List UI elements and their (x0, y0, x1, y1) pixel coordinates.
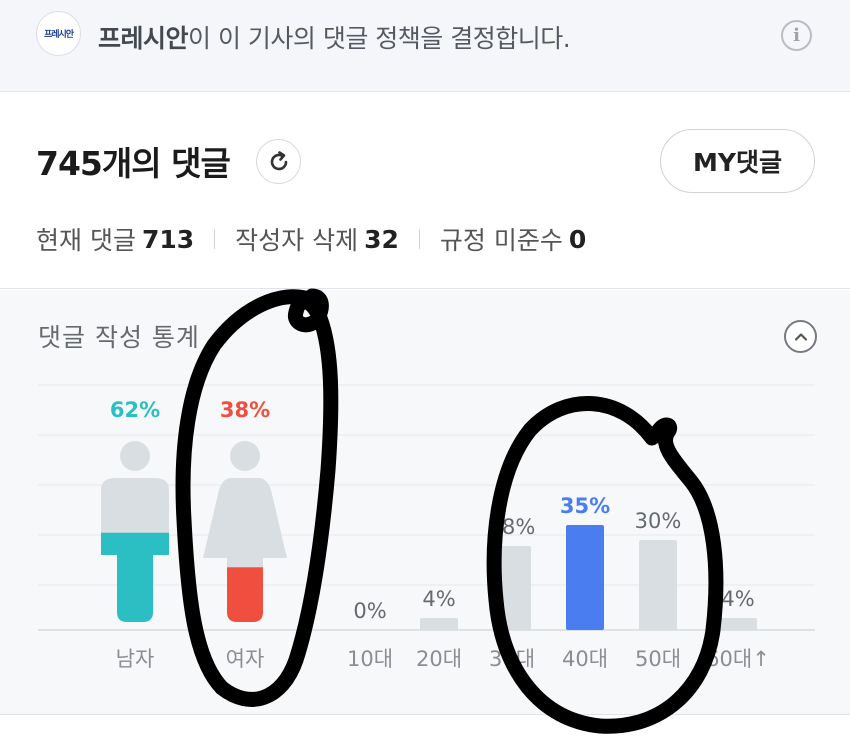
male-figure-head (120, 441, 150, 471)
age-bar-3 (566, 525, 604, 630)
age-value-label-1: 4% (422, 587, 455, 611)
policy-message-text: 이 이 기사의 댓글 정책을 결정합니다. (188, 24, 571, 53)
comment-stats-chart: 62% 남자 38% 여자 0% 10대 4% 20대 28% 30대 35% 40대 30% 50대 4%… (38, 384, 815, 671)
current-comments-label: 현재 댓글 (36, 226, 136, 255)
refresh-icon (270, 150, 287, 170)
info-icon[interactable]: i (781, 20, 812, 51)
age-category-label-1: 20대 (416, 647, 462, 671)
divider (214, 229, 216, 249)
age-bar-5 (719, 618, 757, 630)
age-value-label-5: 4% (721, 587, 754, 611)
press-name[interactable]: 프레시안 (98, 24, 189, 53)
age-category-label-2: 30대 (489, 647, 535, 671)
violation-comments-label: 규정 미준수 (439, 226, 563, 255)
age-bar-2 (493, 546, 531, 630)
male-share-bar (101, 532, 169, 622)
age-bar-1 (420, 618, 458, 630)
age-category-label-0: 10대 (347, 647, 393, 671)
female-share-label: 38% (220, 398, 270, 422)
press-logo[interactable]: 프레시안 (36, 11, 81, 56)
divider (418, 229, 420, 249)
refresh-button[interactable] (256, 139, 301, 184)
female-share-bar (203, 567, 287, 622)
comment-stats-line: 현재 댓글 713 작성자 삭제 32 규정 미준수 0 (36, 221, 586, 257)
female-category-label: 여자 (226, 647, 265, 671)
female-figure-head (230, 441, 260, 471)
male-category-label: 남자 (116, 647, 155, 671)
age-category-label-5: 60대↑ (706, 647, 770, 671)
age-value-label-3: 35% (560, 494, 610, 518)
age-category-label-3: 40대 (562, 647, 608, 671)
deleted-comments-value: 32 (364, 224, 399, 254)
press-policy-banner: 프레시안 프레시안이 이 기사의 댓글 정책을 결정합니다. i (0, 0, 850, 92)
age-value-label-0: 0% (353, 599, 386, 623)
comment-header: 745개의 댓글 MY댓글 현재 댓글 713 작성자 삭제 32 규정 미준수… (0, 93, 850, 289)
age-bar-4 (639, 540, 677, 630)
age-value-label-4: 30% (635, 509, 682, 533)
age-category-label-4: 50대 (635, 647, 681, 671)
comment-count-title: 745개의 댓글 (36, 144, 231, 183)
current-comments-value: 713 (141, 224, 195, 254)
age-value-label-2: 28% (489, 515, 536, 539)
deleted-comments-label: 작성자 삭제 (235, 226, 359, 255)
my-comments-button[interactable]: MY댓글 (660, 129, 815, 193)
policy-message: 프레시안이 이 기사의 댓글 정책을 결정합니다. (98, 19, 571, 55)
comment-stats-panel: 댓글 작성 통계 62% 남자 38% 여자 0% 10대 4% 20대 28% 30대 35% 40… (0, 290, 850, 715)
violation-comments-value: 0 (568, 224, 587, 254)
male-share-label: 62% (110, 398, 160, 422)
bottom-strip (0, 716, 850, 741)
